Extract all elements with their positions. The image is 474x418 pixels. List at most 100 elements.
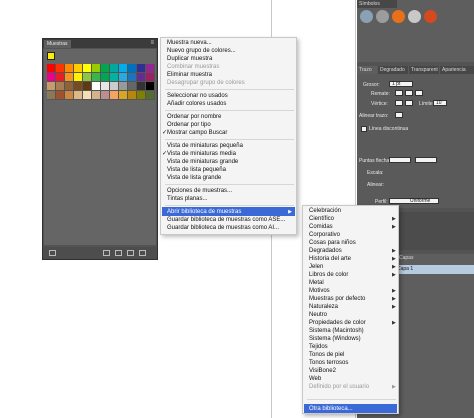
symbol-thumb[interactable] bbox=[424, 10, 437, 23]
corner-round-button[interactable] bbox=[405, 100, 413, 106]
swatch[interactable] bbox=[146, 73, 155, 82]
submenu-item[interactable]: Libros de color bbox=[309, 271, 348, 279]
submenu-item[interactable]: Propiedades de color bbox=[309, 319, 366, 327]
symbol-thumb[interactable] bbox=[392, 10, 405, 23]
swatch[interactable] bbox=[119, 82, 128, 91]
submenu-item[interactable]: Celebración bbox=[309, 207, 341, 215]
swatch[interactable] bbox=[56, 82, 65, 91]
swatch[interactable] bbox=[146, 91, 155, 100]
symbol-thumb[interactable] bbox=[376, 10, 389, 23]
swatch[interactable] bbox=[137, 73, 146, 82]
swatch[interactable] bbox=[74, 91, 83, 100]
tab-appearance[interactable]: Apariencia bbox=[440, 66, 474, 74]
submenu-item[interactable]: Motivos bbox=[309, 287, 330, 295]
swatch[interactable] bbox=[65, 91, 74, 100]
swatch[interactable] bbox=[83, 73, 92, 82]
swatch[interactable] bbox=[146, 64, 155, 73]
menu-item-add-used-colors[interactable]: Añadir colores usados bbox=[167, 100, 226, 108]
swatch[interactable] bbox=[56, 73, 65, 82]
swatch[interactable] bbox=[56, 64, 65, 73]
swatch[interactable] bbox=[110, 73, 119, 82]
swatch-options-icon[interactable] bbox=[103, 250, 110, 256]
swatch[interactable] bbox=[47, 82, 56, 91]
menu-item-duplicate-swatch[interactable]: Duplicar muestra bbox=[167, 55, 212, 63]
menu-item-open-swatch-library[interactable]: Abrir biblioteca de muestras bbox=[167, 208, 241, 216]
menu-item-select-unused[interactable]: Seleccionar no usados bbox=[167, 92, 228, 100]
swatch[interactable] bbox=[101, 91, 110, 100]
swatch[interactable] bbox=[101, 82, 110, 91]
menu-item-save-library-ai[interactable]: Guardar biblioteca de muestras como AI..… bbox=[167, 224, 279, 232]
menu-item-sort-by-kind[interactable]: Ordenar por tipo bbox=[167, 121, 211, 129]
swatch[interactable] bbox=[119, 64, 128, 73]
limit-field[interactable]: 10 bbox=[433, 100, 447, 106]
submenu-item[interactable]: Jelen bbox=[309, 263, 323, 271]
cap-round-button[interactable] bbox=[405, 90, 413, 96]
menu-item-spot-colors[interactable]: Tintas planas... bbox=[167, 195, 207, 203]
symbol-thumb[interactable] bbox=[408, 10, 421, 23]
menu-item-small-list-view[interactable]: Vista de lista pequeña bbox=[167, 166, 226, 174]
submenu-item[interactable]: Tonos terrosos bbox=[309, 359, 348, 367]
swatch[interactable] bbox=[92, 82, 101, 91]
menu-item-large-list-view[interactable]: Vista de lista grande bbox=[167, 174, 221, 182]
submenu-item[interactable]: Degradados bbox=[309, 247, 342, 255]
tab-layers[interactable]: Capas bbox=[397, 254, 425, 262]
submenu-item[interactable]: Metal bbox=[309, 279, 324, 287]
swatch[interactable] bbox=[65, 64, 74, 73]
menu-item-sort-by-name[interactable]: Ordenar por nombre bbox=[167, 113, 221, 121]
swatch[interactable] bbox=[137, 91, 146, 100]
swatch[interactable] bbox=[83, 91, 92, 100]
swatch[interactable] bbox=[92, 73, 101, 82]
swatch[interactable] bbox=[128, 82, 137, 91]
menu-item-show-find-field[interactable]: Mostrar campo Buscar bbox=[167, 129, 227, 137]
swatch[interactable] bbox=[137, 82, 146, 91]
submenu-item[interactable]: Neutro bbox=[309, 311, 327, 319]
swatch[interactable] bbox=[101, 73, 110, 82]
swatch[interactable] bbox=[119, 73, 128, 82]
tab-stroke[interactable]: Trazo bbox=[357, 66, 377, 74]
submenu-item[interactable]: Científico bbox=[309, 215, 334, 223]
swatch[interactable] bbox=[74, 64, 83, 73]
menu-item-new-color-group[interactable]: Nuevo grupo de colores... bbox=[167, 47, 236, 55]
panel-menu-icon[interactable]: ≡ bbox=[150, 40, 154, 47]
submenu-item[interactable]: Muestras por defecto bbox=[309, 295, 365, 303]
arrowhead-start-select[interactable] bbox=[389, 157, 411, 163]
swatch[interactable] bbox=[92, 64, 101, 73]
library-menu-icon[interactable] bbox=[49, 250, 56, 256]
swatch[interactable] bbox=[83, 64, 92, 73]
cap-butt-button[interactable] bbox=[395, 90, 403, 96]
submenu-item[interactable]: Web bbox=[309, 375, 321, 383]
swatch[interactable] bbox=[137, 64, 146, 73]
submenu-item-other-library[interactable]: Otra biblioteca... bbox=[309, 405, 353, 413]
profile-select[interactable]: Uniforme bbox=[389, 198, 439, 204]
corner-miter-button[interactable] bbox=[395, 100, 403, 106]
swatch[interactable] bbox=[74, 73, 83, 82]
submenu-item[interactable]: Naturaleza bbox=[309, 303, 338, 311]
swatch[interactable] bbox=[65, 73, 74, 82]
swatch[interactable] bbox=[101, 64, 110, 73]
fill-color-icon[interactable] bbox=[47, 52, 55, 60]
swatch[interactable] bbox=[146, 82, 155, 91]
cap-square-button[interactable] bbox=[415, 90, 423, 96]
symbol-thumb[interactable] bbox=[360, 10, 373, 23]
menu-item-save-library-ase[interactable]: Guardar biblioteca de muestras como ASE.… bbox=[167, 216, 285, 224]
swatch[interactable] bbox=[65, 82, 74, 91]
swatch[interactable] bbox=[128, 91, 137, 100]
submenu-item[interactable]: Corporativo bbox=[309, 231, 340, 239]
menu-item-small-thumbnail-view[interactable]: Vista de miniaturas pequeña bbox=[167, 142, 243, 150]
new-color-group-icon[interactable] bbox=[115, 250, 122, 256]
weight-field[interactable]: 1 pt bbox=[389, 81, 413, 87]
swatch[interactable] bbox=[47, 73, 56, 82]
swatch[interactable] bbox=[110, 82, 119, 91]
swatch[interactable] bbox=[47, 91, 56, 100]
dashed-line-checkbox[interactable] bbox=[361, 126, 367, 132]
swatch[interactable] bbox=[83, 82, 92, 91]
swatch[interactable] bbox=[128, 64, 137, 73]
menu-item-delete-swatch[interactable]: Eliminar muestra bbox=[167, 71, 212, 79]
tab-swatches[interactable]: Muestras bbox=[44, 40, 71, 48]
submenu-item[interactable]: Comidas bbox=[309, 223, 333, 231]
menu-item-swatch-options[interactable]: Opciones de muestras... bbox=[167, 187, 232, 195]
submenu-item[interactable]: Sistema (Windows) bbox=[309, 335, 361, 343]
submenu-item[interactable]: Tejidos bbox=[309, 343, 328, 351]
swatch[interactable] bbox=[92, 91, 101, 100]
tab-transparency[interactable]: Transparent bbox=[409, 66, 439, 74]
